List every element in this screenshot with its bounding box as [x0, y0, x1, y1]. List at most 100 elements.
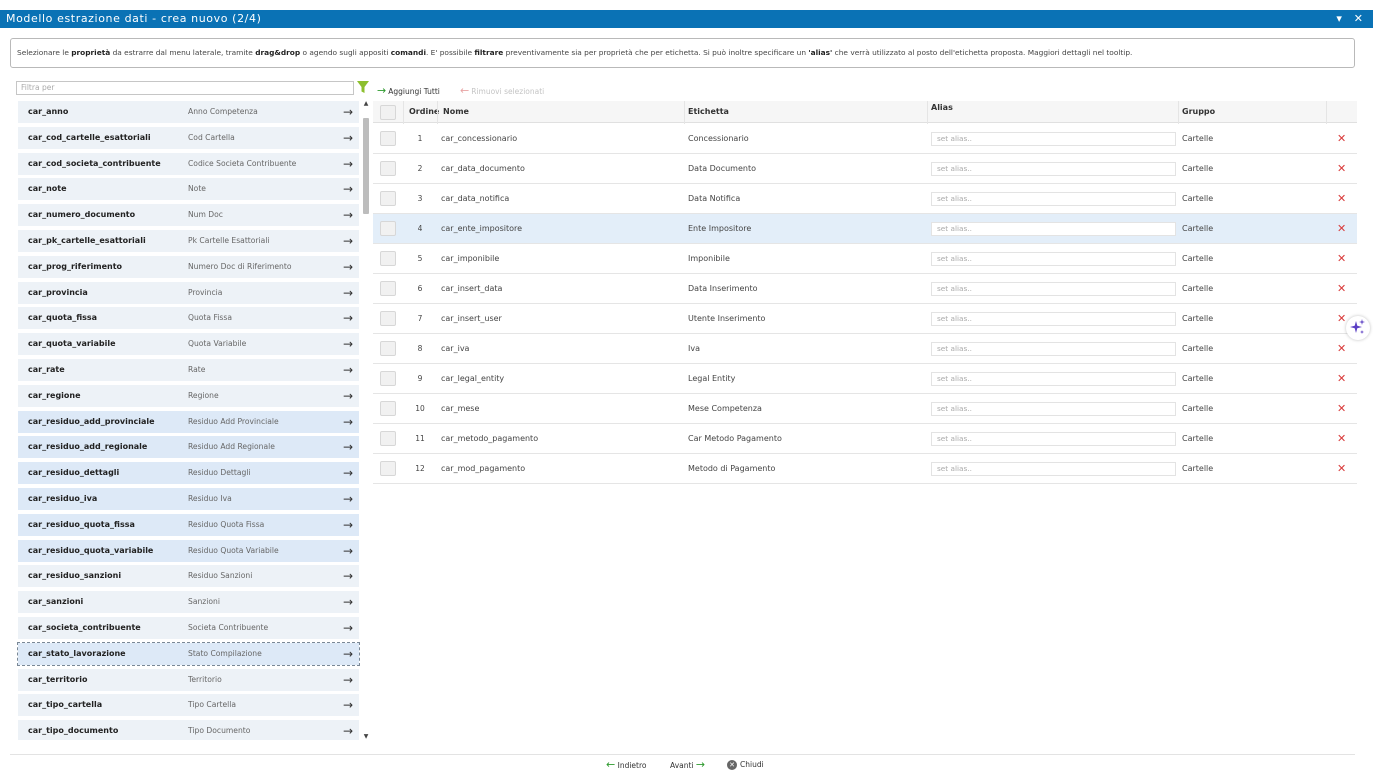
property-list-item[interactable]: car_tipo_cartella Tipo Cartella →	[18, 694, 359, 717]
add-arrow-icon[interactable]: →	[343, 411, 353, 433]
property-list-item[interactable]: car_residuo_quota_variabile Residuo Quota…	[18, 539, 359, 562]
row-checkbox[interactable]	[380, 161, 396, 176]
add-all-button[interactable]: → Aggiungi Tutti	[377, 84, 440, 98]
property-list-item[interactable]: car_residuo_quota_fissa Residuo Quota Fis…	[18, 513, 359, 536]
alias-input[interactable]: set alias..	[931, 282, 1176, 296]
add-arrow-icon[interactable]: →	[343, 488, 353, 510]
row-checkbox[interactable]	[380, 221, 396, 236]
alias-input[interactable]: set alias..	[931, 222, 1176, 236]
property-list-item[interactable]: car_residuo_sanzioni Residuo Sanzioni →	[18, 565, 359, 588]
property-list-item[interactable]: car_societa_contribuente Societa Contribu…	[18, 617, 359, 639]
grid-row[interactable]: 1 car_concessionario Concessionario set ali…	[373, 124, 1357, 154]
add-arrow-icon[interactable]: →	[343, 178, 353, 200]
add-arrow-icon[interactable]: →	[343, 540, 353, 562]
add-arrow-icon[interactable]: →	[343, 591, 353, 613]
property-list-item[interactable]: car_quota_variabile Quota Variabile →	[18, 333, 359, 356]
header-label[interactable]: Etichetta	[688, 101, 729, 123]
row-checkbox[interactable]	[380, 401, 396, 416]
row-checkbox[interactable]	[380, 281, 396, 296]
delete-icon[interactable]: ✕	[1337, 454, 1346, 484]
scroll-down-icon[interactable]: ▼	[361, 733, 371, 740]
grid-row[interactable]: 5 car_imponibile Imponibile set alias.. Cart…	[373, 244, 1357, 274]
property-list-item[interactable]: car_sanzioni Sanzioni →	[18, 591, 359, 614]
alias-input[interactable]: set alias..	[931, 372, 1176, 386]
window-controls[interactable]: ▾ ✕	[1336, 10, 1367, 28]
alias-input[interactable]: set alias..	[931, 312, 1176, 326]
add-arrow-icon[interactable]: →	[343, 514, 353, 536]
header-alias[interactable]: Alias	[931, 101, 953, 115]
property-list-item[interactable]: car_residuo_add_provinciale Residuo Add P…	[18, 410, 359, 433]
property-list-item[interactable]: car_pk_cartelle_esattoriali Pk Cartelle E…	[18, 230, 359, 252]
alias-input[interactable]: set alias..	[931, 252, 1176, 266]
scrollbar-thumb[interactable]	[363, 118, 369, 214]
add-arrow-icon[interactable]: →	[343, 565, 353, 587]
scroll-up-icon[interactable]: ▲	[361, 100, 371, 107]
property-list-item[interactable]: car_provincia Provincia →	[18, 281, 359, 304]
grid-row[interactable]: 12 car_mod_pagamento Metodo di Pagamento se…	[373, 454, 1357, 484]
filter-icon[interactable]	[357, 81, 369, 94]
property-list-item[interactable]: car_cod_cartelle_esattoriali Cod Cartella…	[18, 126, 359, 149]
property-list-item[interactable]: car_anno Anno Competenza →	[18, 101, 359, 123]
delete-icon[interactable]: ✕	[1337, 184, 1346, 214]
grid-row[interactable]: 8 car_iva Iva set alias.. Cartelle ✕	[373, 334, 1357, 364]
add-arrow-icon[interactable]: →	[343, 694, 353, 716]
alias-input[interactable]: set alias..	[931, 432, 1176, 446]
property-list-item[interactable]: car_regione Regione →	[18, 384, 359, 407]
add-arrow-icon[interactable]: →	[343, 333, 353, 355]
next-button[interactable]: Avanti →	[670, 758, 705, 772]
grid-row[interactable]: 11 car_metodo_pagamento Car Metodo Pagamen…	[373, 424, 1357, 454]
grid-row[interactable]: 7 car_insert_user Utente Inserimento set al…	[373, 304, 1357, 334]
alias-input[interactable]: set alias..	[931, 162, 1176, 176]
alias-input[interactable]: set alias..	[931, 192, 1176, 206]
row-checkbox[interactable]	[380, 191, 396, 206]
property-list-item[interactable]: car_quota_fissa Quota Fissa →	[18, 307, 359, 330]
add-arrow-icon[interactable]: →	[343, 669, 353, 691]
delete-icon[interactable]: ✕	[1337, 424, 1346, 454]
delete-icon[interactable]: ✕	[1337, 394, 1346, 424]
add-arrow-icon[interactable]: →	[343, 204, 353, 226]
row-checkbox[interactable]	[380, 311, 396, 326]
alias-input[interactable]: set alias..	[931, 402, 1176, 416]
add-arrow-icon[interactable]: →	[343, 230, 353, 252]
row-checkbox[interactable]	[380, 461, 396, 476]
add-arrow-icon[interactable]: →	[343, 256, 353, 278]
delete-icon[interactable]: ✕	[1337, 214, 1346, 244]
alias-input[interactable]: set alias..	[931, 132, 1176, 146]
filter-input[interactable]: Filtra per	[16, 81, 354, 95]
add-arrow-icon[interactable]: →	[343, 127, 353, 149]
add-arrow-icon[interactable]: →	[343, 385, 353, 407]
property-list-item[interactable]: car_prog_riferimento Numero Doc di Riferi…	[18, 255, 359, 278]
property-list-item[interactable]: car_residuo_dettagli Residuo Dettagli →	[18, 462, 359, 485]
row-checkbox[interactable]	[380, 431, 396, 446]
add-arrow-icon[interactable]: →	[343, 617, 353, 639]
delete-icon[interactable]: ✕	[1337, 334, 1346, 364]
property-list-item[interactable]: car_stato_lavorazione Stato Compilazione →	[17, 641, 360, 666]
grid-row[interactable]: 3 car_data_notifica Data Notifica set alias…	[373, 184, 1357, 214]
delete-icon[interactable]: ✕	[1337, 244, 1346, 274]
property-list-item[interactable]: car_rate Rate →	[18, 359, 359, 381]
header-order[interactable]: Ordine	[409, 101, 439, 123]
add-arrow-icon[interactable]: →	[343, 720, 353, 740]
header-group[interactable]: Gruppo	[1182, 101, 1215, 123]
property-list-item[interactable]: car_residuo_add_regionale Residuo Add Reg…	[18, 436, 359, 459]
delete-icon[interactable]: ✕	[1337, 124, 1346, 154]
property-list-scrollbar[interactable]: ▲ ▼	[361, 100, 371, 743]
grid-row[interactable]: 4 car_ente_impositore Ente Impositore set a…	[373, 214, 1357, 244]
ai-assistant-button[interactable]	[1346, 316, 1370, 340]
add-arrow-icon[interactable]: →	[343, 643, 353, 665]
property-list-item[interactable]: car_territorio Territorio →	[18, 668, 359, 691]
add-arrow-icon[interactable]: →	[343, 282, 353, 304]
property-list-item[interactable]: car_numero_documento Num Doc →	[18, 204, 359, 227]
delete-icon[interactable]: ✕	[1337, 274, 1346, 304]
add-arrow-icon[interactable]: →	[343, 462, 353, 484]
header-name[interactable]: Nome	[443, 101, 469, 123]
alias-input[interactable]: set alias..	[931, 342, 1176, 356]
property-list-item[interactable]: car_residuo_iva Residuo Iva →	[18, 488, 359, 510]
remove-selected-button[interactable]: ← Rimuovi selezionati	[460, 84, 544, 98]
delete-icon[interactable]: ✕	[1337, 154, 1346, 184]
grid-row[interactable]: 6 car_insert_data Data Inserimento set alia…	[373, 274, 1357, 304]
add-arrow-icon[interactable]: →	[343, 153, 353, 175]
grid-row[interactable]: 2 car_data_documento Data Documento set ali…	[373, 154, 1357, 184]
grid-row[interactable]: 9 car_legal_entity Legal Entity set alias..…	[373, 364, 1357, 394]
delete-icon[interactable]: ✕	[1337, 364, 1346, 394]
